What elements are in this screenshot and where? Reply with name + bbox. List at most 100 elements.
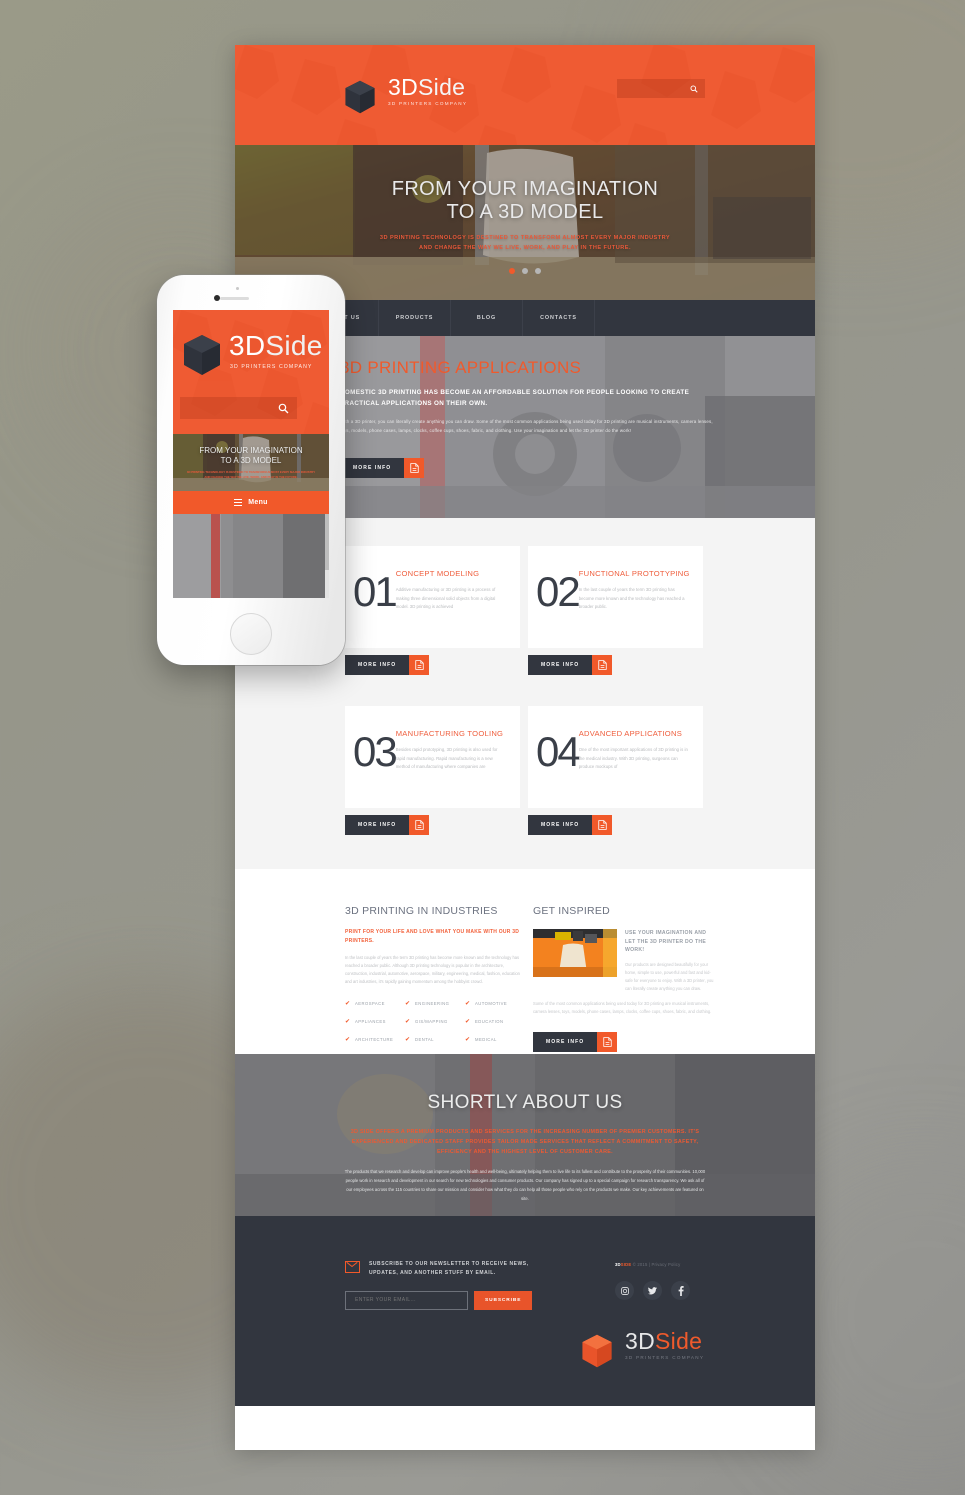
check-icon: ✔ <box>405 1001 411 1008</box>
phone-hero-title-line-1: FROM YOUR IMAGINATION <box>199 446 303 455</box>
feature-card: 04 ADVANCED APPLICATIONS One of the most… <box>528 706 703 835</box>
newsletter-text-line-2: UPDATES, AND ANOTHER STUFF BY EMAIL. <box>369 1270 496 1276</box>
instagram-icon[interactable] <box>615 1281 634 1301</box>
feature-card-more-info-button[interactable]: MORE INFO <box>345 655 520 675</box>
about-heading: SHORTLY ABOUT US <box>427 1092 623 1114</box>
hero-subtitle-line-2: AND CHANGE THE WAY WE LIVE, WORK, AND PL… <box>419 244 631 251</box>
applications-lead: DOMESTIC 3D PRINTING HAS BECOME AN AFFOR… <box>340 389 690 408</box>
nav-filler <box>595 300 815 336</box>
inspired-column: GET INSPIRED USE YOUR IMAGINATION AND LE… <box>533 905 718 1054</box>
industries-lead: PRINT FOR YOUR LIFE AND LOVE WHAT YOU MA… <box>345 929 520 944</box>
phone-scrollbar[interactable] <box>325 514 329 598</box>
list-item[interactable]: ✔ APPLIANCES <box>345 1018 405 1025</box>
inspired-more-info-label: MORE INFO <box>533 1032 598 1053</box>
check-icon: ✔ <box>405 1019 411 1026</box>
phone-hero-subtitle-line-2: AND CHANGE THE WAY WE LIVE, WORK, AND PL… <box>204 474 298 479</box>
feature-card: 03 MANUFACTURING TOOLING Besides rapid p… <box>345 706 520 835</box>
list-item-label: GIS/MAPPING <box>415 1019 448 1025</box>
footer-logo-name-accent: Side <box>655 1328 703 1355</box>
phone-speaker <box>220 297 249 300</box>
list-item[interactable]: ✔ DENTAL <box>405 1036 465 1043</box>
list-item[interactable]: ✔ MEDICAL <box>465 1036 525 1043</box>
social-links <box>615 1281 690 1301</box>
phone-hero: FROM YOUR IMAGINATION TO A 3D MODEL 3D P… <box>173 434 329 491</box>
applications-heading: 3D PRINTING APPLICATIONS <box>340 358 582 377</box>
phone-scrollbar-thumb[interactable] <box>325 514 329 570</box>
cube-logo-icon <box>345 80 375 114</box>
industries-column: 3D PRINTING IN INDUSTRIES PRINT FOR YOUR… <box>345 905 527 1054</box>
applications-more-info-label: MORE INFO <box>340 458 405 479</box>
list-item[interactable]: ✔ EDUCATION <box>465 1018 525 1025</box>
inspired-paragraph-1: Our products are designed beautifully fo… <box>625 961 714 991</box>
industries-list: ✔ AEROSPACE ✔ ENGINEERING ✔ AUTOMOTIVE ✔ APP… <box>345 1000 527 1054</box>
feature-card-title: FUNCTIONAL PROTOTYPING <box>578 569 690 578</box>
list-item-label: ARCHITECTURE <box>355 1037 394 1043</box>
slider-dot-3[interactable] <box>535 267 541 274</box>
phone-menu-button[interactable]: Menu <box>173 491 329 514</box>
newsletter-text-line-1: SUBSCRIBE TO OUR NEWSLETTER TO RECEIVE N… <box>369 1261 529 1268</box>
document-icon <box>592 655 613 675</box>
phone-logo-name-light: Side <box>265 330 323 361</box>
nav-item-products[interactable]: PRODUCTS <box>379 300 451 336</box>
nav-item-contacts[interactable]: CONTACTS <box>523 300 595 336</box>
feature-card-text: Besides rapid prototyping, 3D printing i… <box>395 747 498 769</box>
copyright: 3DSIDE © 2015 | Privacy Policy <box>615 1262 690 1267</box>
list-item-label: ENGINEERING <box>415 1001 450 1007</box>
twitter-icon[interactable] <box>643 1281 662 1301</box>
website-preview: 3DSide 3D PRINTERS COMPANY FROM YOUR IMA… <box>235 45 815 1450</box>
feature-card-more-info-button[interactable]: MORE INFO <box>528 655 703 675</box>
check-icon: ✔ <box>345 1001 351 1008</box>
header-search-input[interactable] <box>617 79 705 98</box>
phone-home-button[interactable] <box>230 613 272 655</box>
phone-content-photo <box>173 514 329 598</box>
check-icon: ✔ <box>345 1037 351 1044</box>
hero-subtitle-line-1: 3D PRINTING TECHNOLOGY IS DESTINED TO TR… <box>379 235 671 241</box>
phone-logo-tagline: 3D PRINTERS COMPANY <box>230 364 313 370</box>
phone-menu-label: Menu <box>248 499 268 506</box>
phone-hero-title-line-2: TO A 3D MODEL <box>220 456 282 465</box>
applications-more-info-button[interactable]: MORE INFO <box>340 458 815 479</box>
header-logo[interactable]: 3DSide 3D PRINTERS COMPANY <box>343 76 467 114</box>
cube-logo-icon <box>184 335 220 375</box>
list-item[interactable]: ✔ GIS/MAPPING <box>405 1018 465 1025</box>
check-icon: ✔ <box>465 1037 471 1044</box>
nav-item-blog[interactable]: BLOG <box>451 300 523 336</box>
feature-card-more-info-button[interactable]: MORE INFO <box>345 815 520 835</box>
footer-logo[interactable]: 3DSide 3D PRINTERS COMPANY <box>580 1330 704 1368</box>
logo-name-light: Side <box>418 74 466 100</box>
copyright-brand-accent: SIDE <box>620 1262 632 1268</box>
subscribe-button[interactable]: SUBSCRIBE <box>474 1290 533 1310</box>
feature-card-title: MANUFACTURING TOOLING <box>395 729 504 738</box>
inspired-more-info-button[interactable]: MORE INFO <box>533 1032 718 1053</box>
hamburger-icon <box>234 497 243 508</box>
document-icon <box>409 815 430 835</box>
feature-card-number: 01 <box>353 568 398 615</box>
footer-logo-tagline: 3D PRINTERS COMPANY <box>625 1355 705 1361</box>
footer-logo-name-dark: 3D <box>625 1328 656 1355</box>
site-header: 3DSide 3D PRINTERS COMPANY <box>235 45 815 145</box>
hero-title-line-2: TO A 3D MODEL <box>446 201 604 223</box>
check-icon: ✔ <box>345 1019 351 1026</box>
facebook-icon[interactable] <box>671 1281 690 1301</box>
list-item-label: AUTOMOTIVE <box>475 1001 508 1007</box>
phone-search-input[interactable] <box>180 397 297 419</box>
document-icon <box>592 815 613 835</box>
slider-dot-2[interactable] <box>522 267 528 274</box>
list-item-label: EDUCATION <box>475 1019 504 1025</box>
list-item[interactable]: ✔ ENGINEERING <box>405 1000 465 1007</box>
feature-card-more-info-label: MORE INFO <box>345 815 410 835</box>
about-paragraph: The products that we research and develo… <box>344 1169 706 1201</box>
list-item[interactable]: ✔ AEROSPACE <box>345 1000 405 1007</box>
list-item-label: MEDICAL <box>475 1037 497 1043</box>
envelope-icon <box>345 1261 360 1274</box>
newsletter-email-input[interactable] <box>345 1290 468 1310</box>
feature-card-more-info-button[interactable]: MORE INFO <box>528 815 703 835</box>
cube-logo-icon <box>582 1335 612 1368</box>
slider-dot-1[interactable] <box>509 267 515 274</box>
feature-card-more-info-label: MORE INFO <box>345 655 410 675</box>
list-item[interactable]: ✔ ARCHITECTURE <box>345 1036 405 1043</box>
phone-screen: 3DSide 3D PRINTERS COMPANY FROM YOUR IMA… <box>173 310 329 598</box>
list-item[interactable]: ✔ AUTOMOTIVE <box>465 1000 525 1007</box>
inspired-heading: GET INSPIRED <box>533 905 610 917</box>
site-footer: SUBSCRIBE TO OUR NEWSLETTER TO RECEIVE N… <box>235 1216 815 1407</box>
